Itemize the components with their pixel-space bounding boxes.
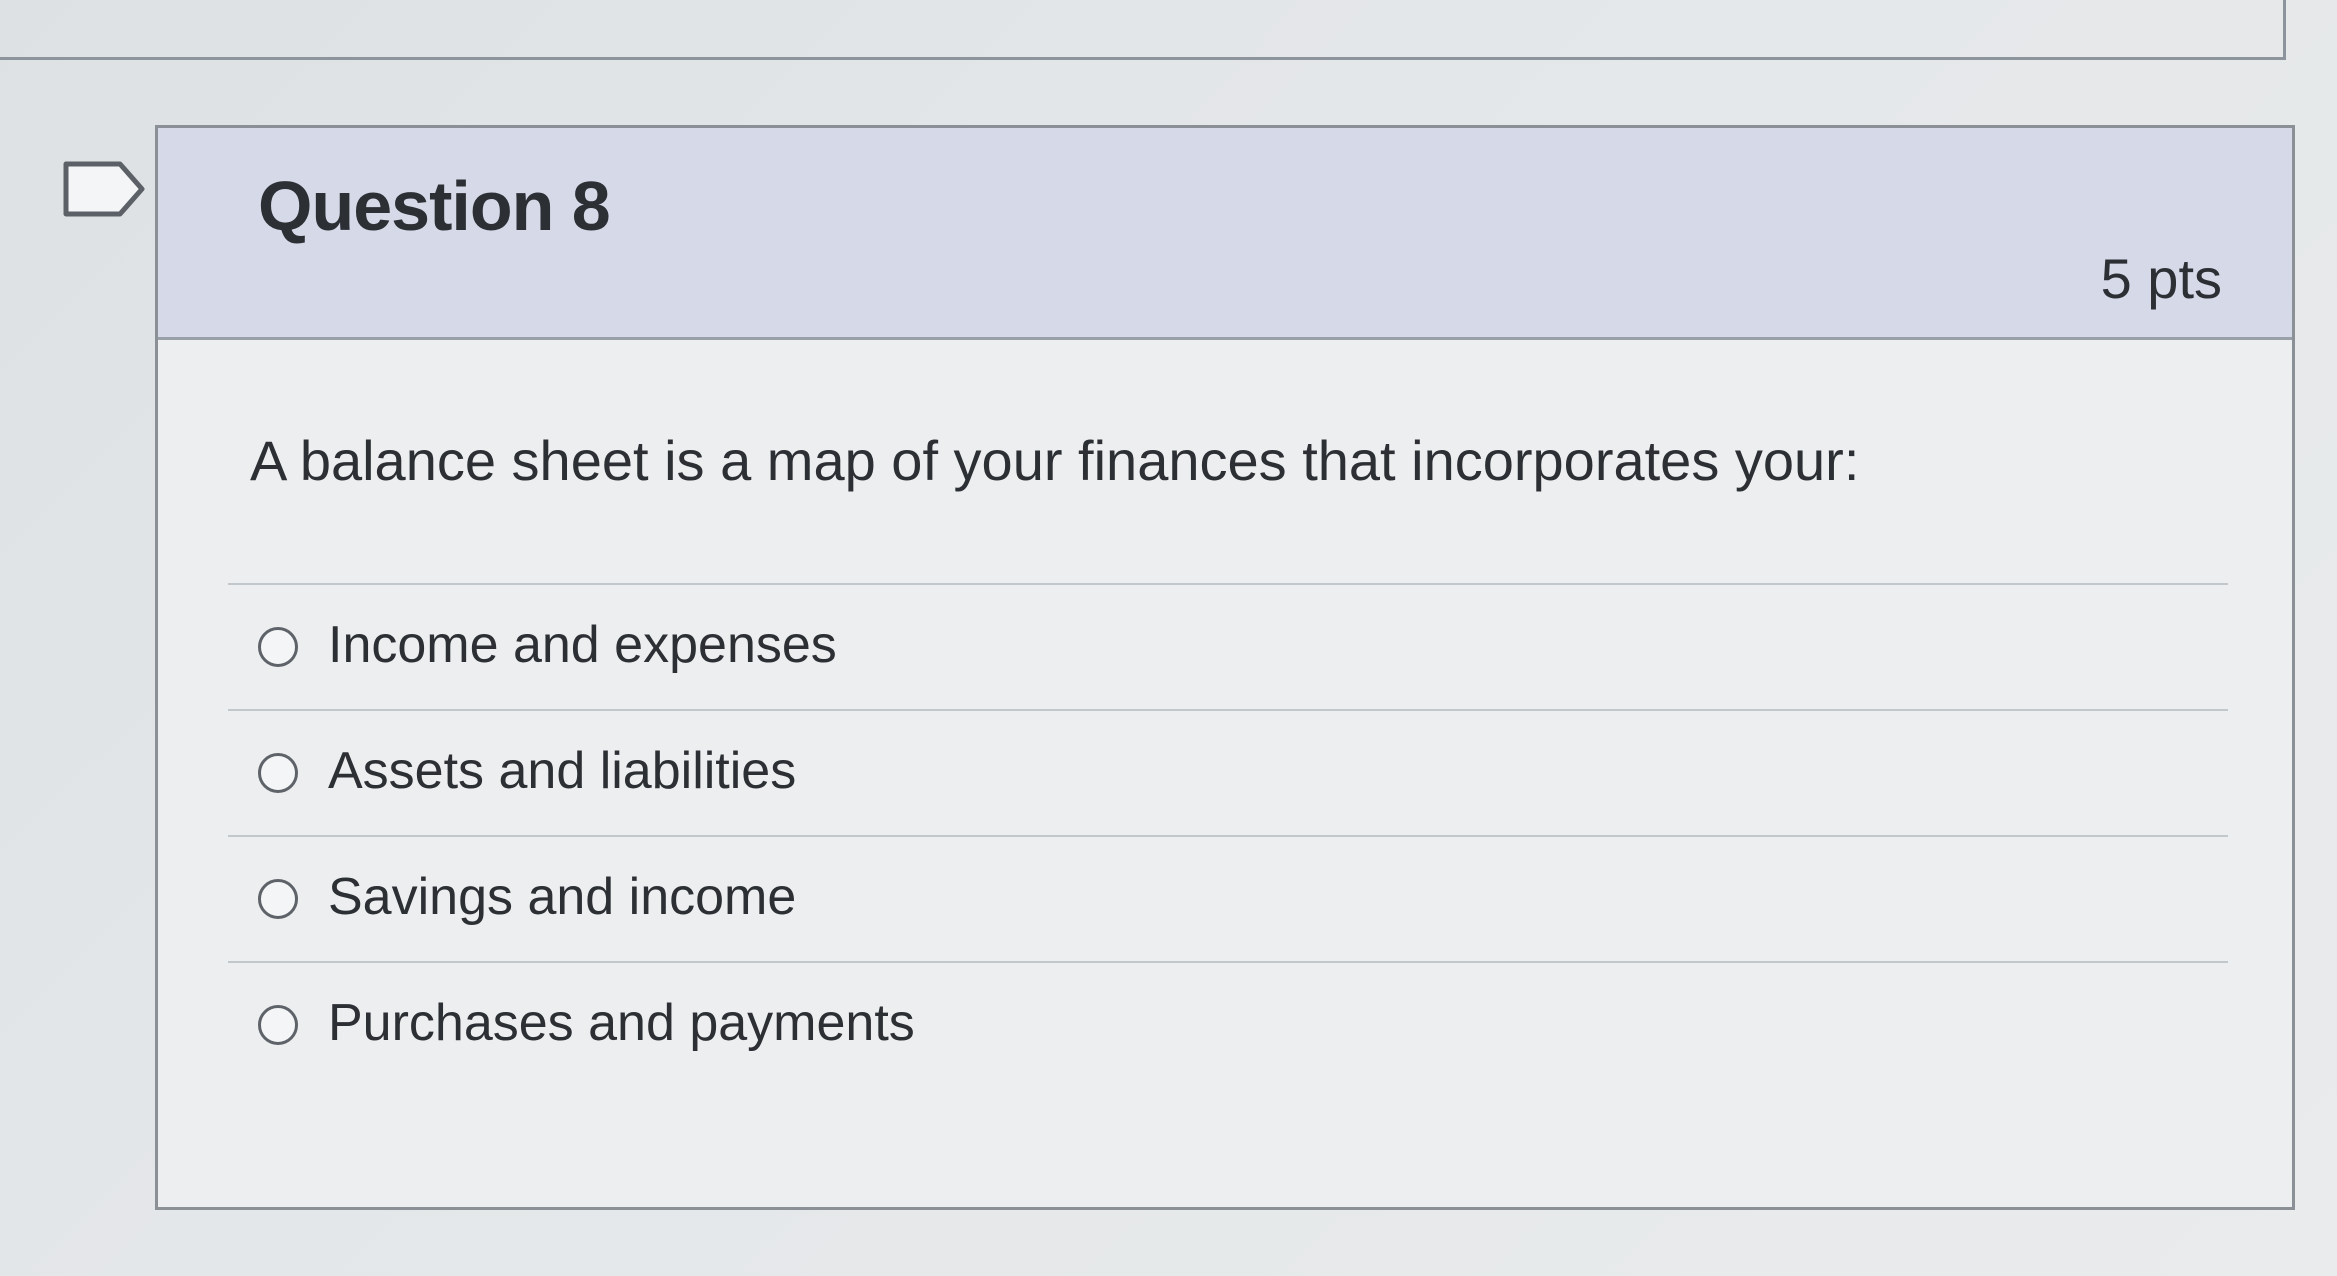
radio-button[interactable] [258, 627, 298, 667]
answer-option-income-and-expenses[interactable]: Income and expenses [228, 583, 2228, 709]
question-card: Question 8 5 pts A balance sheet is a ma… [155, 125, 2295, 1210]
flag-bookmark-icon[interactable] [62, 160, 146, 218]
answer-option-savings-and-income[interactable]: Savings and income [228, 835, 2228, 961]
previous-question-card-edge [0, 0, 2286, 60]
answer-label: Income and expenses [328, 616, 837, 674]
question-header: Question 8 5 pts [158, 128, 2292, 340]
answer-option-assets-and-liabilities[interactable]: Assets and liabilities [228, 709, 2228, 835]
answer-option-purchases-and-payments[interactable]: Purchases and payments [228, 961, 2228, 1087]
radio-button[interactable] [258, 879, 298, 919]
radio-button[interactable] [258, 1005, 298, 1045]
question-title: Question 8 [258, 167, 611, 245]
question-text: A balance sheet is a map of your finance… [250, 429, 1860, 492]
answer-label: Assets and liabilities [328, 742, 797, 800]
answer-label: Purchases and payments [328, 994, 915, 1052]
quiz-screen: Question 8 5 pts A balance sheet is a ma… [0, 0, 2337, 1276]
answer-label: Savings and income [328, 868, 797, 926]
answer-list: Income and expenses Assets and liabiliti… [228, 583, 2228, 1087]
radio-button[interactable] [258, 753, 298, 793]
question-points: 5 pts [2100, 247, 2222, 310]
